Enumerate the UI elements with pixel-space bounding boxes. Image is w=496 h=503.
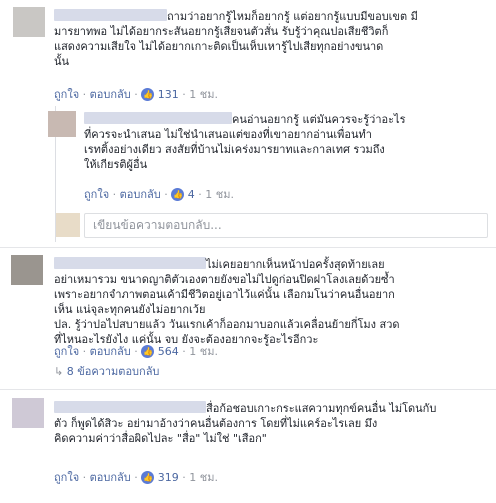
user-avatar [56,213,80,237]
author-name-redacted[interactable] [54,401,206,413]
reply-link[interactable]: ตอบกลับ [90,471,131,484]
author-name-redacted[interactable] [54,257,206,269]
comment-line: เห็น แน่จุละทุกคนยังไม่อยากเว้ย [54,303,206,316]
timestamp[interactable]: 1 ชม. [205,188,234,201]
like-count[interactable]: 564 [158,345,179,358]
like-count[interactable]: 319 [158,471,179,484]
comment-line: คนอ่านอยากรู้ แต่มันควรจะรู้ว่าอะไร [232,113,406,126]
reply-placeholder: เขียนข้อความตอบกลับ... [93,218,222,232]
author-name-redacted[interactable] [54,9,167,21]
comment-line: สื่อก้อชอบเกาะกระแสความทุกข์คนอื่น ไม่โด… [206,402,437,415]
like-count[interactable]: 131 [158,88,179,101]
avatar[interactable] [12,398,44,428]
reply-link[interactable]: ตอบกลับ [90,88,131,101]
like-icon [141,471,155,484]
author-name-redacted[interactable] [84,112,232,124]
comment-actions: ถูกใจ · ตอบกลับ · 4 · 1 ชม. [84,187,234,202]
like-icon [171,188,185,201]
comment-actions: ถูกใจ · ตอบกลับ · 131 · 1 ชม. [54,87,218,102]
like-link[interactable]: ถูกใจ [84,188,109,201]
avatar[interactable] [11,255,43,285]
comment-line: ปล. รู้ว่าปอไปสบายแล้ว วันแรกเค้าก็ออกมา… [54,318,400,331]
like-icon [141,345,155,358]
timestamp[interactable]: 1 ชม. [189,345,218,358]
like-link[interactable]: ถูกใจ [54,471,79,484]
reply-arrow-icon: ↳ [54,365,64,378]
comment-line: ที่ควรจะนำเสนอ ไม่ใช่นำเสนอแต่ของที่เขาอ… [84,128,372,141]
timestamp[interactable]: 1 ชม. [189,88,218,101]
avatar[interactable] [48,111,76,137]
divider [0,247,496,248]
comment-line: ตัว ก็พูดได้สิวะ อย่ามาอ้างว่าคนอื่นต้อง… [54,417,378,430]
reply-input[interactable]: เขียนข้อความตอบกลับ... [84,213,488,238]
more-replies-label: 8 ข้อความตอบกลับ [66,365,160,378]
comment-line: ไม่เคยอยากเห็นหน้าปอครั้งสุดท้ายเลย [206,258,385,271]
comment-line: ถามว่าอยากรู้ไหมก็อยากรู้ แต่อยากรู้แบบม… [167,10,418,23]
comment-line: เพราะอยากจำภาพตอนเค้ามีชีวิตอยู่เอาไว้แค… [54,288,395,301]
comment-actions: ถูกใจ · ตอบกลับ · 319 · 1 ชม. [54,470,218,485]
reply-link[interactable]: ตอบกลับ [90,345,131,358]
comment-line: ให้เกียรติผู้อื่น [84,158,148,171]
like-icon [141,88,155,101]
like-link[interactable]: ถูกใจ [54,345,79,358]
view-more-replies[interactable]: ↳ 8 ข้อความตอบกลับ [54,364,159,379]
avatar[interactable] [13,7,45,37]
comment-line: นั้น [54,55,70,68]
reply-link[interactable]: ตอบกลับ [120,188,161,201]
like-count[interactable]: 4 [188,188,195,201]
comment-line: คิดความค่าว่าสื่อผิดไปละ "สื่อ" ไม่ใช่ "… [54,432,267,445]
comment-actions: ถูกใจ · ตอบกลับ · 564 · 1 ชม. [54,344,218,359]
like-link[interactable]: ถูกใจ [54,88,79,101]
comment-line: เรทติ้งอย่างเดียว สงสัยที่บ้านไม่เคร่งมา… [84,143,385,156]
comment-line: แสดงความเสียใจ ไม่ได้อยากเกาะติดเป็นเห็บ… [54,40,384,53]
timestamp[interactable]: 1 ชม. [189,471,218,484]
comment-line: มารยาทพอ ไม่ได้อยากระสันอยากรู้เสียจนตัว… [54,25,389,38]
divider [0,389,496,390]
comment-line: อย่าเหมารวม ขนาดญาติตัวเองตายยังขอไม่ไปด… [54,273,395,286]
